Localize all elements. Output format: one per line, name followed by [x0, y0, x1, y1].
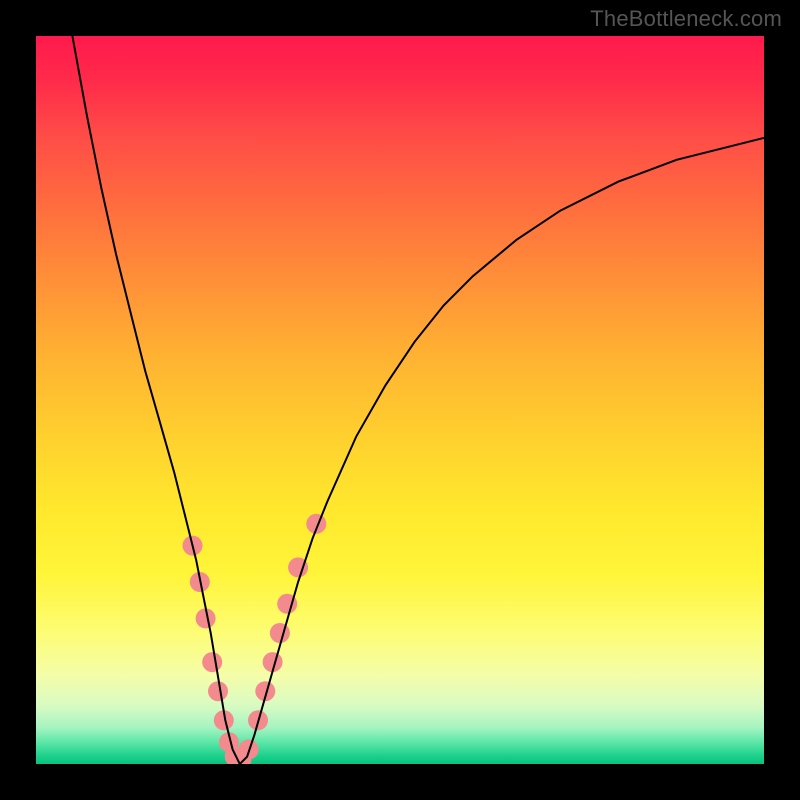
bottleneck-curve: [72, 36, 764, 764]
plot-area: [36, 36, 764, 764]
highlight-marker: [270, 623, 290, 643]
highlight-marker: [202, 652, 222, 672]
chart-frame: TheBottleneck.com: [0, 0, 800, 800]
highlight-marker: [208, 681, 228, 701]
highlight-markers: [183, 514, 327, 764]
attribution-label: TheBottleneck.com: [590, 6, 782, 32]
chart-overlay-svg: [36, 36, 764, 764]
